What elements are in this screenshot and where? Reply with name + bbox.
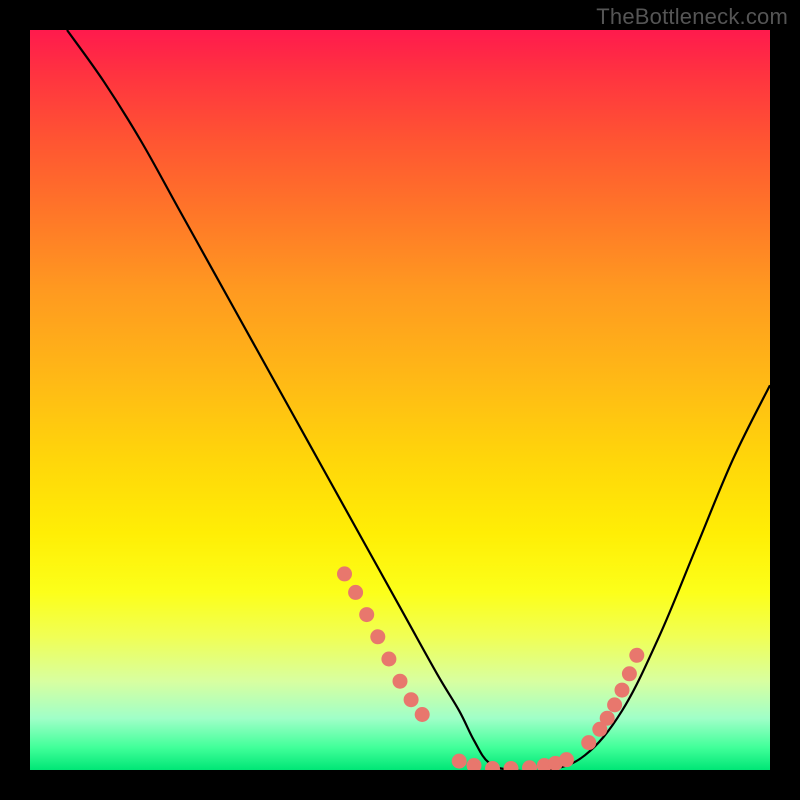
chart-area [30, 30, 770, 770]
data-marker [581, 735, 596, 750]
data-marker [452, 754, 467, 769]
data-marker [370, 629, 385, 644]
data-marker [381, 652, 396, 667]
data-marker [559, 752, 574, 767]
data-marker [522, 760, 537, 770]
data-marker [600, 711, 615, 726]
data-marker [629, 648, 644, 663]
data-marker [607, 697, 622, 712]
marker-cluster-right [581, 648, 644, 750]
data-marker [337, 566, 352, 581]
chart-svg [30, 30, 770, 770]
data-marker [348, 585, 363, 600]
data-marker [404, 692, 419, 707]
watermark-label: TheBottleneck.com [596, 4, 788, 30]
data-marker [622, 666, 637, 681]
bottleneck-curve [67, 30, 770, 770]
data-marker [359, 607, 374, 622]
data-marker [393, 674, 408, 689]
marker-cluster-bottom [452, 752, 574, 770]
data-marker [615, 683, 630, 698]
data-marker [467, 758, 482, 770]
marker-cluster-left [337, 566, 430, 722]
data-marker [415, 707, 430, 722]
data-marker [504, 761, 519, 770]
